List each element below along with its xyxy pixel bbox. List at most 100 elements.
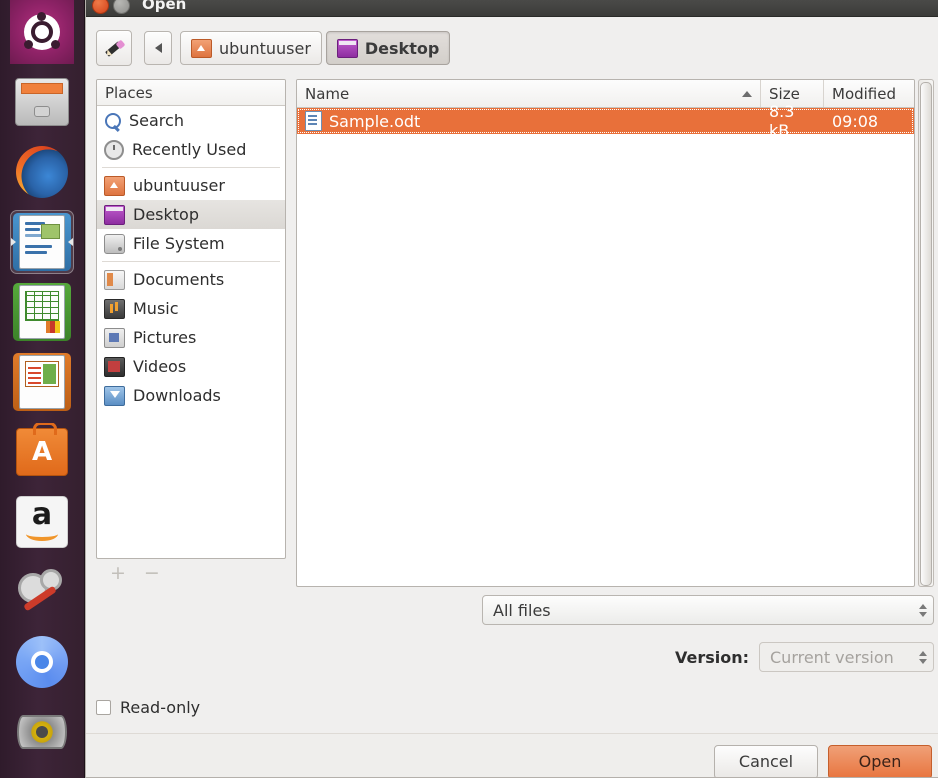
column-header-modified[interactable]: Modified [824, 80, 914, 107]
dialog-body: Places Search Recently Used ubuntuuser [86, 79, 938, 587]
column-header-name[interactable]: Name [297, 80, 761, 107]
place-item-videos[interactable]: Videos [97, 352, 285, 381]
places-column: Places Search Recently Used ubuntuuser [96, 79, 286, 587]
launcher-item-libreoffice-impress[interactable] [10, 350, 74, 414]
place-label: Videos [133, 357, 186, 376]
places-toolbar: + − [96, 559, 286, 587]
place-item-pictures[interactable]: Pictures [97, 323, 285, 352]
filter-row: All files [86, 587, 938, 633]
place-item-ubuntuuser[interactable]: ubuntuuser [97, 171, 285, 200]
minimize-icon[interactable] [113, 0, 130, 14]
place-label: Downloads [133, 386, 221, 405]
firefox-icon [13, 143, 71, 201]
launcher-item-workspace-switcher[interactable] [10, 768, 74, 778]
place-item-downloads[interactable]: Downloads [97, 381, 285, 410]
breadcrumb-desktop[interactable]: Desktop [326, 31, 450, 65]
screen: A a [0, 0, 938, 778]
path-bar: ubuntuuser Desktop [86, 17, 938, 79]
place-label: Documents [133, 270, 224, 289]
chevron-updown-icon [919, 651, 927, 664]
readonly-checkbox[interactable] [96, 700, 111, 715]
breadcrumb-label: Desktop [365, 39, 439, 58]
launcher-item-ubuntu-software-center[interactable]: A [10, 420, 74, 484]
recent-icon [104, 140, 124, 160]
search-icon [105, 113, 121, 129]
place-item-search[interactable]: Search [97, 106, 285, 135]
file-list-scrollbar[interactable] [918, 79, 934, 587]
launcher-item-files[interactable] [10, 70, 74, 134]
breadcrumb-ubuntuuser[interactable]: ubuntuuser [180, 31, 322, 65]
places-header: Places [97, 80, 285, 106]
launcher-item-system-settings[interactable] [10, 560, 74, 624]
place-item-file-system[interactable]: File System [97, 229, 285, 258]
place-item-desktop[interactable]: Desktop [97, 200, 285, 229]
path-back-button[interactable] [144, 31, 172, 65]
close-icon[interactable] [92, 0, 109, 14]
remove-bookmark-button[interactable]: − [144, 562, 160, 584]
version-combo[interactable]: Current version [759, 642, 934, 672]
open-button[interactable]: Open [828, 745, 932, 778]
software-center-letter: A [32, 437, 52, 467]
launcher-item-volume[interactable] [10, 700, 74, 764]
pictures-folder-icon [104, 328, 125, 348]
file-list-header: Name Size Modified [297, 80, 914, 108]
file-name-cell: Sample.odt [297, 108, 761, 134]
place-label: Search [129, 111, 184, 130]
type-filename-button[interactable] [96, 30, 132, 66]
file-name-label: Sample.odt [329, 112, 420, 131]
libreoffice-impress-icon [13, 353, 71, 411]
dialog-titlebar: Open [86, 0, 938, 17]
place-label: ubuntuuser [133, 176, 225, 195]
desktop-folder-icon [104, 205, 125, 225]
version-label: Version: [675, 648, 749, 667]
launcher-item-firefox[interactable] [10, 140, 74, 204]
ubuntu-software-center-icon: A [13, 423, 71, 481]
column-header-label: Modified [832, 85, 896, 103]
downloads-folder-icon [104, 386, 125, 406]
chevron-left-icon [155, 43, 162, 53]
files-column: Name Size Modified [296, 79, 934, 587]
file-list[interactable]: Name Size Modified [296, 79, 915, 587]
add-bookmark-button[interactable]: + [110, 562, 126, 584]
libreoffice-calc-icon [13, 283, 71, 341]
launcher-item-chromium[interactable] [10, 630, 74, 694]
places-divider [102, 167, 280, 168]
launcher-item-ubuntu-dash[interactable] [10, 0, 74, 64]
videos-folder-icon [104, 357, 125, 377]
pencil-icon [103, 37, 125, 59]
readonly-row: Read-only [86, 681, 938, 733]
home-folder-icon [104, 176, 125, 196]
scrollbar-thumb[interactable] [920, 82, 932, 586]
home-folder-icon [191, 39, 212, 58]
launcher-item-amazon[interactable]: a [10, 490, 74, 554]
workspace-switcher-icon [13, 771, 71, 778]
launcher-item-libreoffice-calc[interactable] [10, 280, 74, 344]
ubuntu-dash-icon [10, 0, 74, 64]
odt-document-icon [305, 111, 322, 131]
readonly-label[interactable]: Read-only [120, 698, 200, 717]
places-list: Places Search Recently Used ubuntuuser [96, 79, 286, 559]
place-item-documents[interactable]: Documents [97, 265, 285, 294]
open-file-dialog: Open ubuntuuser Desktop [85, 0, 938, 778]
table-row[interactable]: Sample.odt 8.3 kB 09:08 [297, 108, 914, 134]
file-modified-cell: 09:08 [824, 108, 914, 134]
place-label: File System [133, 234, 225, 253]
column-header-label: Size [769, 85, 800, 103]
running-indicator-icon [11, 238, 16, 246]
focused-indicator-icon [68, 238, 73, 246]
place-item-music[interactable]: Music [97, 294, 285, 323]
version-value: Current version [770, 648, 894, 667]
launcher-item-libreoffice-writer[interactable] [10, 210, 74, 274]
amazon-icon: a [13, 493, 71, 551]
place-label: Desktop [133, 205, 199, 224]
column-header-label: Name [305, 85, 349, 103]
hard-disk-icon [104, 234, 125, 254]
file-type-filter-combo[interactable]: All files [482, 595, 934, 625]
music-folder-icon [104, 299, 125, 319]
filter-value: All files [493, 601, 551, 620]
chromium-icon [13, 633, 71, 691]
cancel-button[interactable]: Cancel [714, 745, 818, 778]
version-row: Version: Current version [86, 633, 938, 681]
place-item-recently-used[interactable]: Recently Used [97, 135, 285, 164]
unity-launcher: A a [0, 0, 85, 778]
